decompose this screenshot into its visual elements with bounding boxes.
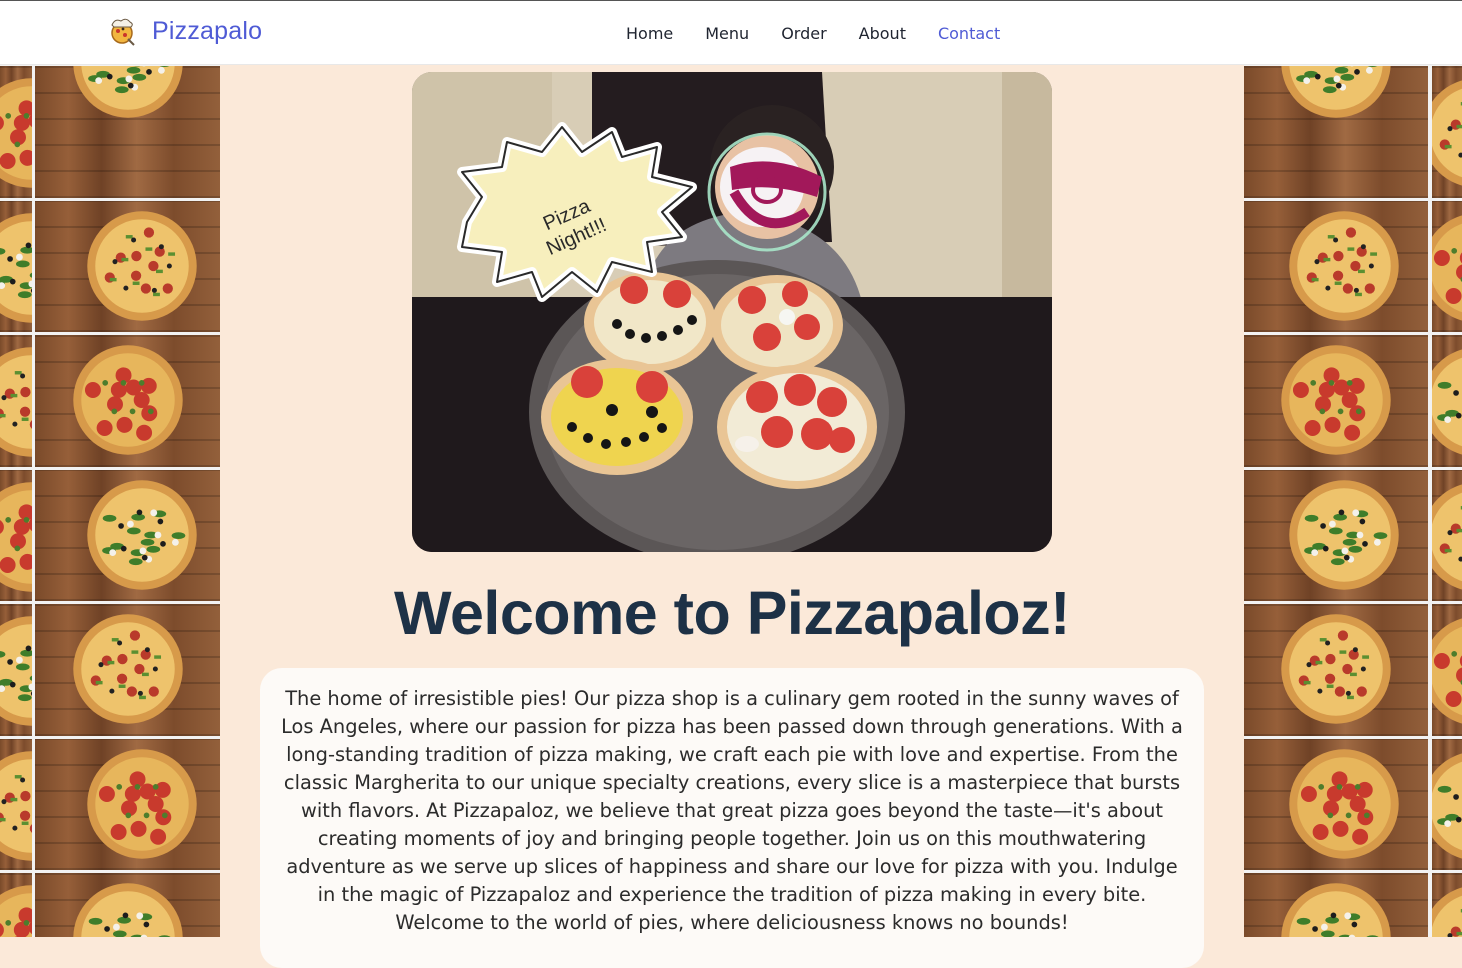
main-nav: Home Menu Order About Contact bbox=[610, 1, 1016, 66]
pepperoni-pizza-image bbox=[1432, 614, 1462, 728]
nav-home-link[interactable]: Home bbox=[610, 24, 689, 43]
pizza-tile bbox=[1432, 739, 1462, 871]
pizza-tile bbox=[0, 873, 32, 937]
pizza-tile bbox=[1432, 66, 1462, 198]
veggie-pizza-image bbox=[1432, 345, 1462, 459]
pizza-tile bbox=[35, 66, 220, 198]
supreme-pizza-image bbox=[0, 345, 32, 459]
supreme-pizza-image bbox=[1432, 480, 1462, 594]
pizza-tile bbox=[35, 604, 220, 736]
pepperoni-pizza-image bbox=[0, 480, 32, 594]
pizza-tile bbox=[35, 201, 220, 333]
pizza-tile bbox=[35, 335, 220, 467]
veggie-pizza-image bbox=[85, 478, 199, 592]
pizza-tile bbox=[0, 470, 32, 602]
supreme-pizza-image bbox=[71, 612, 185, 726]
pepperoni-pizza-image bbox=[71, 343, 185, 457]
veggie-pizza-image bbox=[1279, 881, 1393, 937]
pizza-tile bbox=[1432, 604, 1462, 736]
pizza-tile bbox=[1244, 66, 1428, 198]
pizza-tile bbox=[0, 604, 32, 736]
veggie-pizza-image bbox=[0, 614, 32, 728]
pizza-tile bbox=[0, 739, 32, 871]
intro-paragraph: The home of irresistible pies! Our pizza… bbox=[278, 685, 1186, 937]
pizza-tile bbox=[1244, 873, 1428, 937]
veggie-pizza-image bbox=[0, 211, 32, 325]
brand[interactable]: Pizzapalo bbox=[106, 15, 262, 47]
left-pizza-wall bbox=[0, 65, 220, 937]
pizza-tile bbox=[35, 470, 220, 602]
supreme-pizza-image bbox=[85, 209, 199, 323]
intro-card: The home of irresistible pies! Our pizza… bbox=[260, 668, 1204, 968]
right-pizza-wall bbox=[1244, 65, 1462, 937]
pepperoni-pizza-image bbox=[0, 76, 32, 190]
veggie-pizza-image bbox=[1287, 478, 1401, 592]
pepperoni-pizza-image bbox=[0, 883, 32, 937]
pizza-tile bbox=[0, 201, 32, 333]
pepperoni-pizza-image bbox=[85, 747, 199, 861]
pepperoni-pizza-image bbox=[1432, 211, 1462, 325]
veggie-pizza-image bbox=[1279, 66, 1393, 120]
pizza-tile bbox=[0, 66, 32, 198]
supreme-pizza-image bbox=[1432, 883, 1462, 937]
brand-name: Pizzapalo bbox=[152, 17, 262, 46]
hero-photo: Pizza Night!!! bbox=[412, 72, 1052, 552]
pizza-tile bbox=[1244, 201, 1428, 333]
veggie-pizza-image bbox=[71, 881, 185, 937]
pizza-tile bbox=[35, 873, 220, 937]
supreme-pizza-image bbox=[1279, 612, 1393, 726]
supreme-pizza-image bbox=[1287, 209, 1401, 323]
pepperoni-pizza-image bbox=[1287, 747, 1401, 861]
supreme-pizza-image bbox=[0, 749, 32, 863]
pizza-tile bbox=[1432, 873, 1462, 937]
welcome-heading: Welcome to Pizzapaloz! bbox=[220, 578, 1244, 648]
pizza-tile bbox=[35, 739, 220, 871]
supreme-pizza-image bbox=[1432, 76, 1462, 190]
pizza-tile bbox=[1244, 739, 1428, 871]
veggie-pizza-image bbox=[1432, 749, 1462, 863]
pepperoni-pizza-image bbox=[1279, 343, 1393, 457]
navbar: Pizzapalo Home Menu Order About Contact bbox=[0, 0, 1462, 65]
nav-order-link[interactable]: Order bbox=[765, 24, 842, 43]
pizza-tile bbox=[1244, 335, 1428, 467]
nav-contact-link[interactable]: Contact bbox=[922, 24, 1016, 43]
pizza-tile bbox=[0, 335, 32, 467]
veggie-pizza-image bbox=[71, 66, 185, 120]
nav-menu-link[interactable]: Menu bbox=[689, 24, 765, 43]
pizza-tile bbox=[1244, 604, 1428, 736]
nav-about-link[interactable]: About bbox=[843, 24, 922, 43]
pizza-tile bbox=[1432, 201, 1462, 333]
pizza-chef-icon bbox=[106, 15, 138, 47]
pizza-tile bbox=[1432, 470, 1462, 602]
pizza-night-photo: Pizza Night!!! bbox=[412, 72, 1052, 552]
pizza-tile bbox=[1432, 335, 1462, 467]
pizza-tile bbox=[1244, 470, 1428, 602]
